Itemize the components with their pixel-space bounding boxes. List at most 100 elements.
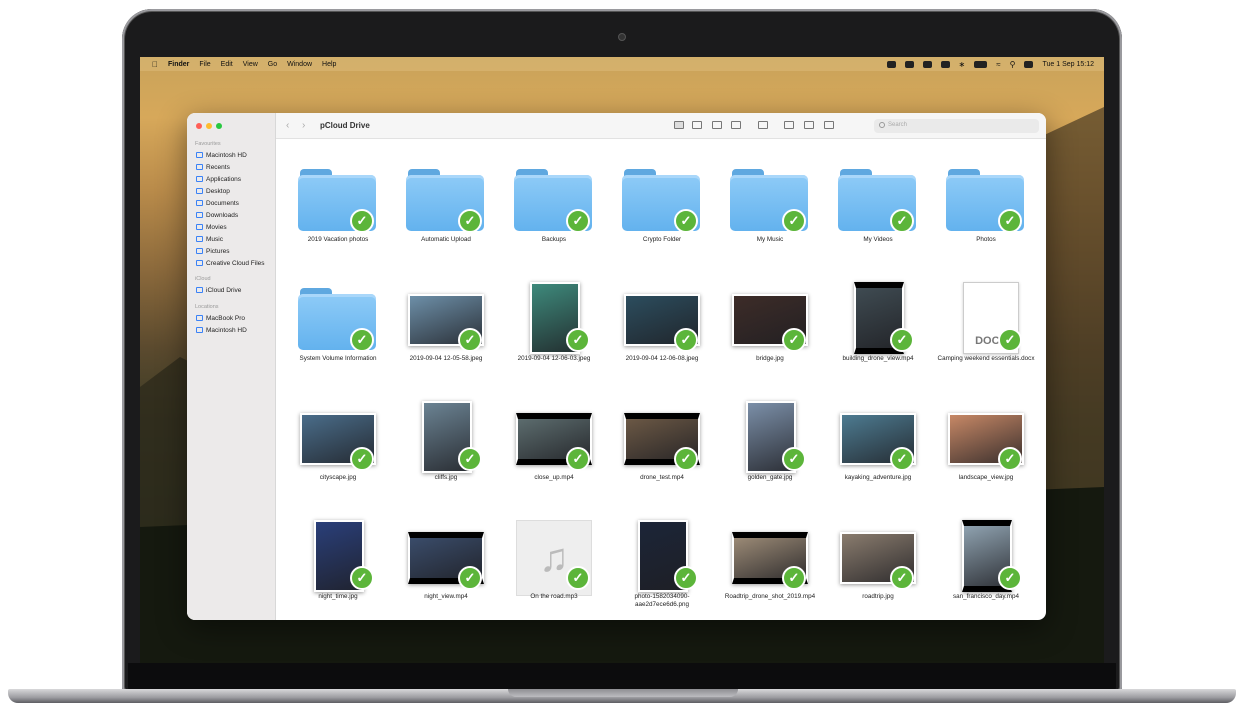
file-item[interactable]: ✓ kayaking_adventure.jpg [824,379,932,497]
column-view-button[interactable] [712,121,722,129]
file-name: Automatic Upload [421,236,471,243]
synced-check-icon: ✓ [566,447,590,471]
sidebar-item[interactable]: Movies [196,222,227,232]
sidebar-item[interactable]: Creative Cloud Files [196,258,265,268]
file-item[interactable]: ✓ landscape_view.jpg [932,379,1040,497]
search-field[interactable]: Search [874,119,1039,133]
sidebar-item[interactable]: Macintosh HD [196,325,247,335]
share-icon[interactable] [784,121,794,129]
screen-mirroring-icon[interactable] [940,60,950,68]
sidebar-item-label: Documents [206,199,239,207]
file-thumbnail: ✓ [514,401,594,471]
battery-icon[interactable] [974,60,988,68]
file-item[interactable]: ✓ night_view.mp4 [392,498,500,616]
menu-app-name[interactable]: Finder [168,61,189,68]
sidebar-item[interactable]: MacBook Pro [196,313,245,323]
sidebar-item[interactable]: Recents [196,162,230,172]
file-name: photo-1582034090-aae2d7ece6d6.png [634,593,690,608]
file-item[interactable]: ✓ Backups [500,141,608,259]
file-item[interactable]: DOCX ✓ Camping weekend essentials.docx [932,260,1040,378]
control-center-icon[interactable] [1024,60,1034,68]
minimize-button[interactable] [206,123,212,129]
menu-help[interactable]: Help [322,61,336,68]
file-item[interactable]: ♫ ✓ On the road.mp3 [500,498,608,616]
file-item[interactable]: ✓ 2019-09-04 12-05-58.jpeg [392,260,500,378]
file-item[interactable]: ✓ Roadtrip_drone_shot_2019.mp4 [716,498,824,616]
file-item[interactable]: ✓ System Volume Information [284,260,392,378]
file-thumbnail: ✓ [298,401,378,471]
spotlight-search-icon[interactable]: ⚲ [1010,60,1016,69]
file-item[interactable]: ✓ night_time.jpg [284,498,392,616]
file-item[interactable]: ✓ My Videos [824,141,932,259]
file-name: 2019-09-04 12-06-03.jpeg [517,355,591,362]
sidebar-item[interactable]: Downloads [196,210,238,220]
clock[interactable]: Tue 1 Sep 15:12 [1042,61,1094,68]
file-item[interactable]: ✓ 2019 Vacation photos [284,141,392,259]
adobe-icon[interactable] [922,60,932,68]
list-view-button[interactable] [692,121,702,129]
file-name: 2019 Vacation photos [307,236,369,243]
group-button[interactable] [758,121,768,129]
menu-view[interactable]: View [243,61,258,68]
file-item[interactable]: ✓ cliffs.jpg [392,379,500,497]
file-item[interactable]: ✓ drone_test.mp4 [608,379,716,497]
pcloud-status-icon[interactable] [886,60,896,68]
file-item[interactable]: ✓ 2019-09-04 12-06-03.jpeg [500,260,608,378]
file-item[interactable]: ✓ Photos [932,141,1040,259]
sidebar-item-label: Movies [206,223,227,231]
sidebar-item[interactable]: Desktop [196,186,230,196]
file-name: close_up.mp4 [534,474,574,481]
file-item[interactable]: ✓ cityscape.jpg [284,379,392,497]
bluetooth-icon[interactable]: ∗ [959,60,966,69]
file-item[interactable]: ✓ Crypto Folder [608,141,716,259]
sidebar-item[interactable]: Music [196,234,223,244]
synced-check-icon: ✓ [458,566,482,590]
back-button[interactable]: ‹ [286,120,289,131]
gallery-view-button[interactable] [731,121,741,129]
sidebar-item[interactable]: Applications [196,174,241,184]
apple-menu-icon[interactable]:  [152,60,158,69]
file-name: drone_test.mp4 [640,474,684,481]
menu-edit[interactable]: Edit [221,61,233,68]
file-name: night_time.jpg [318,593,358,600]
file-thumbnail: ✓ [622,401,702,471]
tag-icon[interactable] [804,121,814,129]
file-item[interactable]: ✓ san_francisco_day.mp4 [932,498,1040,616]
sidebar-item[interactable]: iCloud Drive [196,285,241,295]
action-gear-icon[interactable] [824,121,834,129]
file-thumbnail: DOCX ✓ [946,282,1026,354]
search-placeholder: Search [888,122,908,128]
zoom-button[interactable] [216,123,222,129]
file-item[interactable]: ✓ Automatic Upload [392,141,500,259]
sidebar-item[interactable]: Pictures [196,246,229,256]
menu-go[interactable]: Go [268,61,277,68]
file-name: cliffs.jpg [434,474,458,481]
file-item[interactable]: ✓ bridge.jpg [716,260,824,378]
sidebar-item[interactable]: Macintosh HD [196,150,247,160]
cloud-icon[interactable] [904,60,914,68]
file-name: san_francisco_day.mp4 [952,593,1020,600]
forward-button[interactable]: › [302,120,305,131]
sidebar-item[interactable]: Documents [196,198,239,208]
file-thumbnail: ✓ [946,163,1026,233]
file-item[interactable]: ✓ close_up.mp4 [500,379,608,497]
sidebar-item-label: Recents [206,163,230,171]
file-name: golden_gate.jpg [747,474,793,481]
file-item[interactable]: ✓ My Music [716,141,824,259]
file-item[interactable]: ✓ 2019-09-04 12-06-08.jpeg [608,260,716,378]
menu-window[interactable]: Window [287,61,312,68]
synced-check-icon: ✓ [890,328,914,352]
wifi-icon[interactable]: ≈ [996,60,1000,69]
desktop-screen:  Finder File Edit View Go Window Help ∗… [140,57,1104,663]
sidebar-item-icon [196,152,203,158]
file-item[interactable]: ✓ photo-1582034090-aae2d7ece6d6.png [608,498,716,616]
icon-view-button[interactable] [674,121,684,129]
file-thumbnail: ✓ [730,282,810,352]
close-button[interactable] [196,123,202,129]
file-name: Photos [976,236,996,243]
file-item[interactable]: ✓ roadtrip.jpg [824,498,932,616]
file-item[interactable]: ✓ building_drone_view.mp4 [824,260,932,378]
menu-file[interactable]: File [199,61,210,68]
file-thumbnail: ✓ [838,282,918,354]
file-item[interactable]: ✓ golden_gate.jpg [716,379,824,497]
